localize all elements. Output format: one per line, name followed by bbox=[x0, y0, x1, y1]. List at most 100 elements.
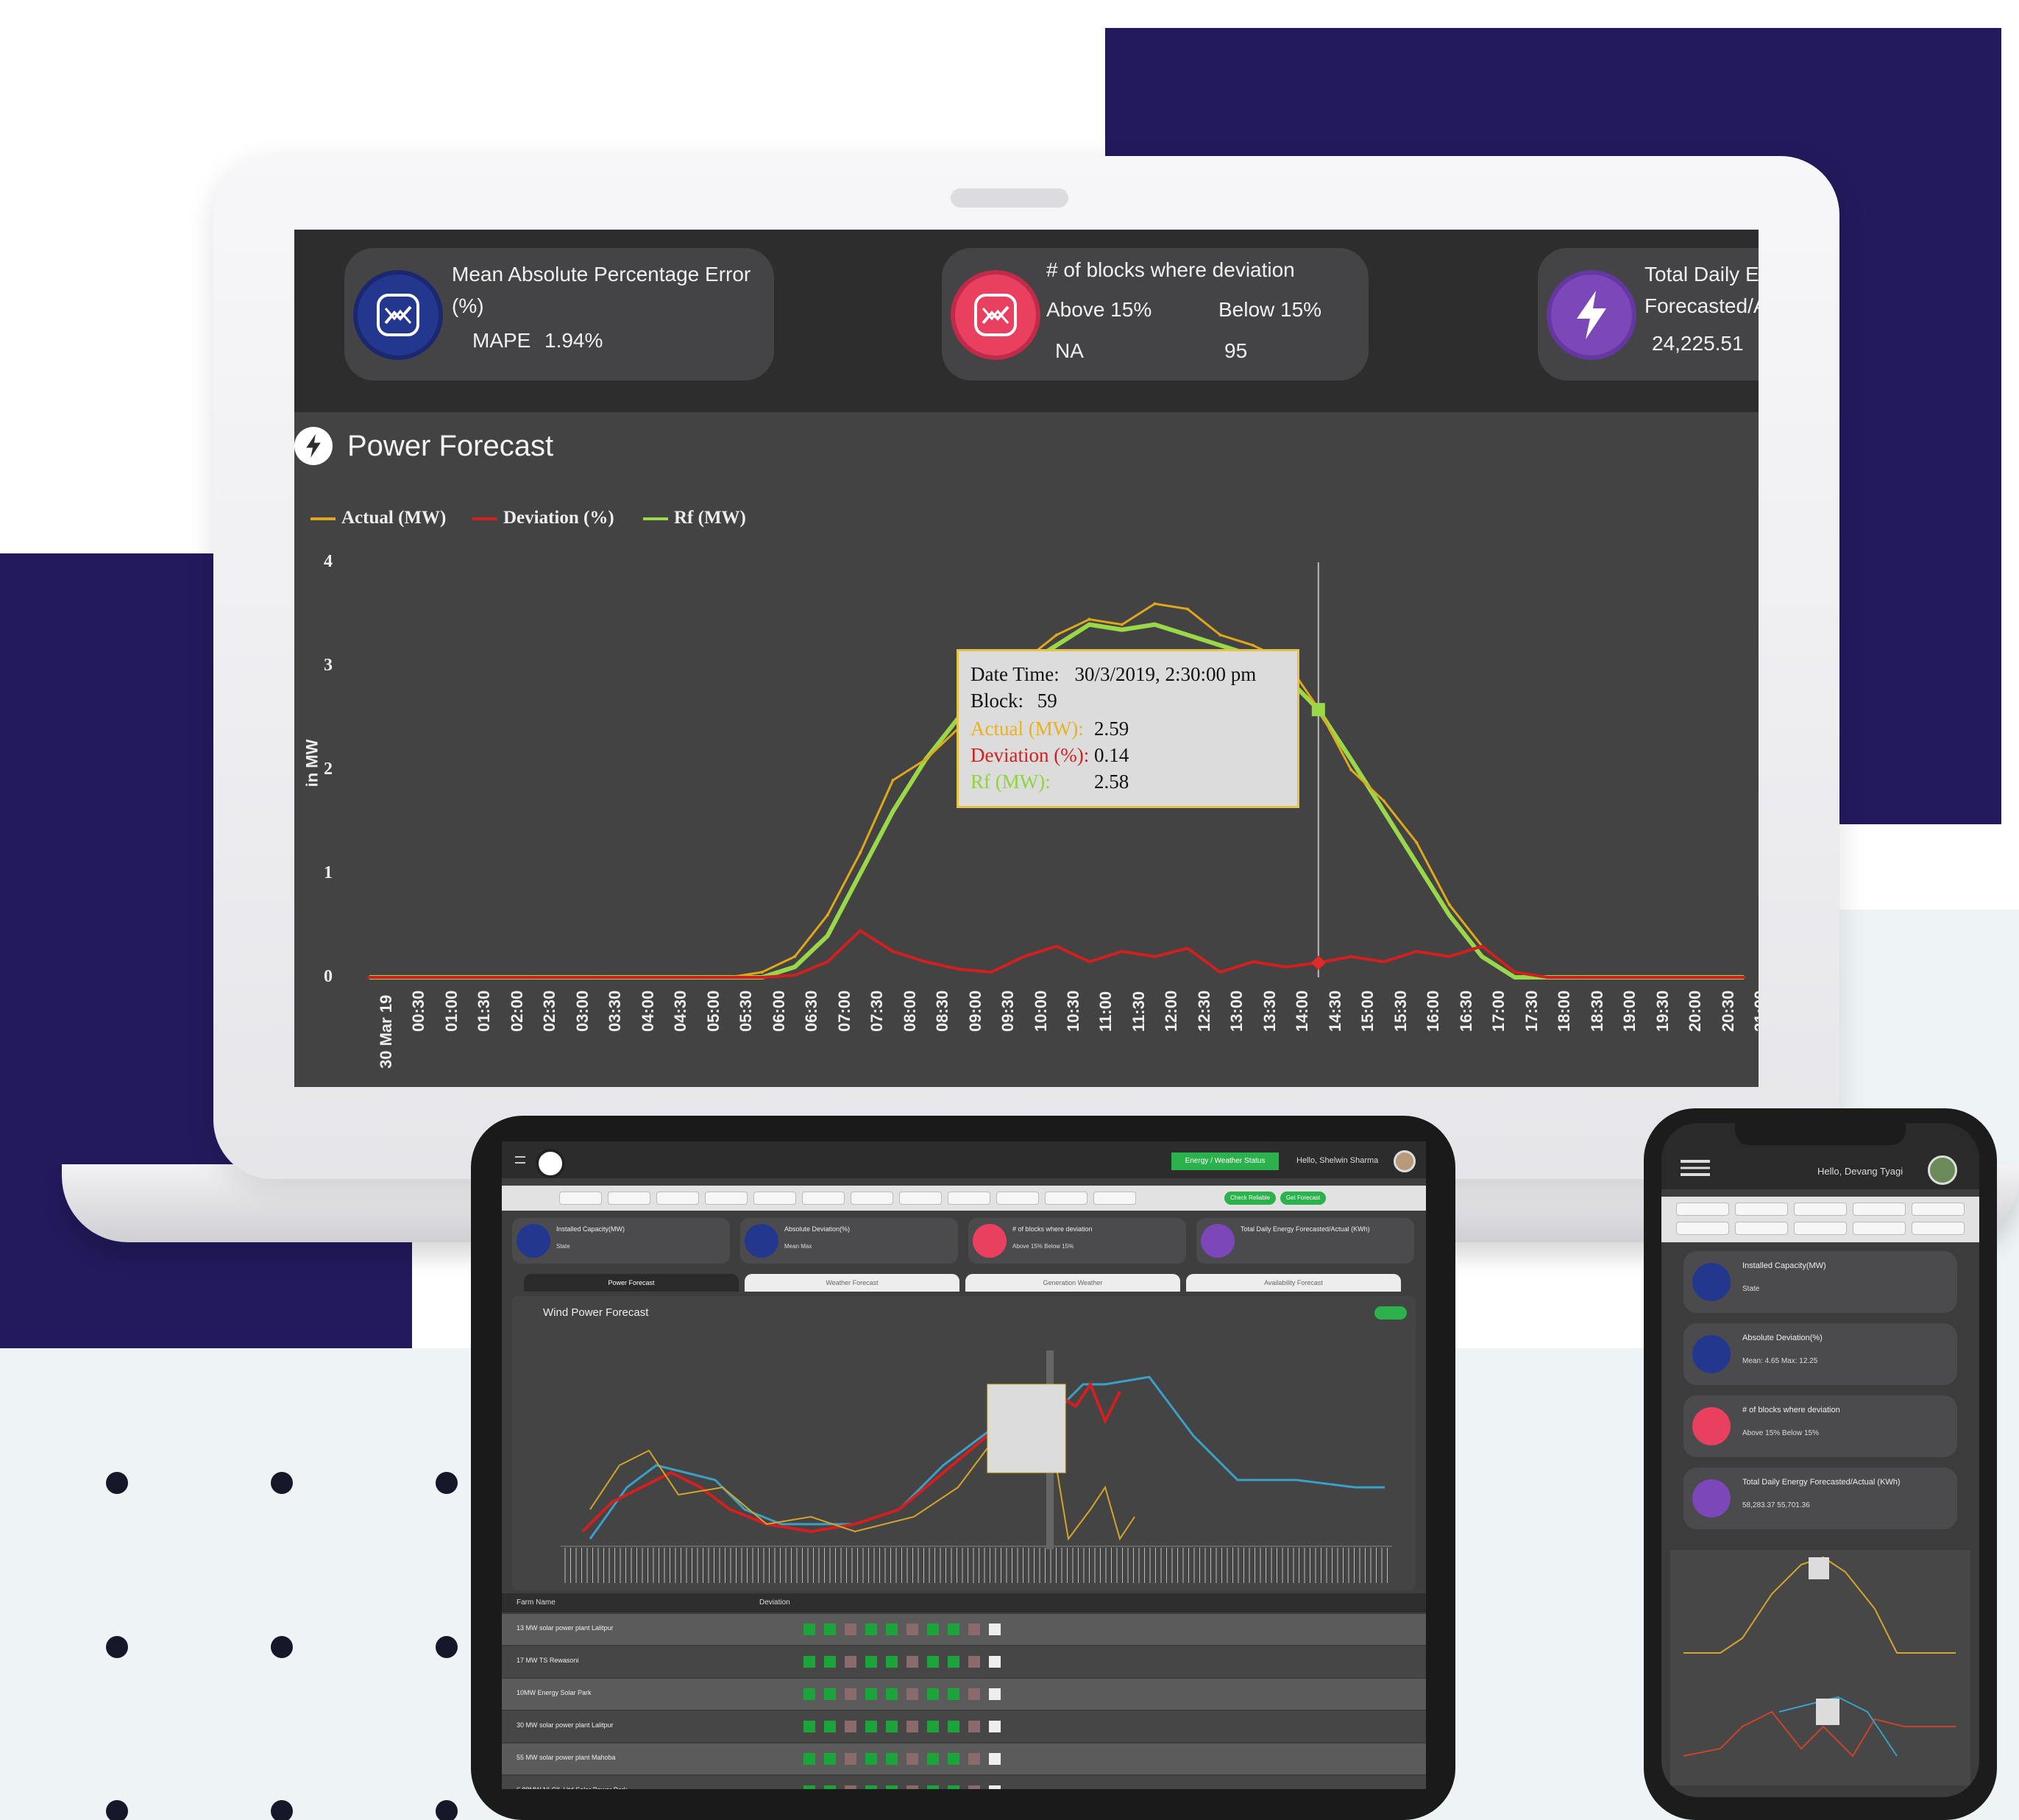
data-point bbox=[1055, 643, 1058, 647]
data-point bbox=[1218, 970, 1222, 974]
data-point bbox=[826, 960, 829, 963]
data-point bbox=[564, 976, 567, 979]
data-point bbox=[629, 976, 633, 979]
deviation-cell bbox=[927, 1753, 939, 1765]
tooltip-rf-row: Rf (MW): 2.58 bbox=[971, 771, 1191, 793]
hover-marker-deviation bbox=[1310, 955, 1326, 971]
data-point bbox=[1578, 976, 1582, 979]
data-point bbox=[826, 934, 829, 938]
data-point bbox=[1447, 903, 1451, 907]
data-point bbox=[1415, 949, 1419, 953]
data-point bbox=[1709, 976, 1713, 979]
data-point bbox=[891, 810, 895, 813]
deviation-cell bbox=[865, 1624, 877, 1635]
data-point bbox=[990, 970, 993, 974]
deviation-cell bbox=[989, 1785, 1001, 1789]
data-point bbox=[1546, 976, 1550, 979]
deviation-cell bbox=[989, 1656, 1001, 1668]
deviation-cell bbox=[906, 1785, 918, 1789]
deviation-cell bbox=[927, 1656, 939, 1668]
data-point bbox=[1185, 946, 1189, 950]
data-point bbox=[1382, 960, 1385, 963]
phone-charts[interactable] bbox=[1661, 1123, 1979, 1797]
deviation-cell bbox=[886, 1688, 898, 1700]
deviation-cell bbox=[906, 1624, 918, 1635]
marketing-scene: Mean Absolute Percentage Error (%) MAPE … bbox=[0, 0, 2019, 1820]
deviation-cell bbox=[968, 1785, 980, 1789]
deviation-cell bbox=[845, 1721, 856, 1732]
tooltip-block-row: Block: 59 bbox=[971, 690, 1057, 712]
farm-name: 10MW Energy Solar Park bbox=[517, 1689, 592, 1696]
tooltip-rf-label: Rf (MW): bbox=[971, 771, 1051, 793]
deviation-cells bbox=[803, 1656, 1010, 1671]
data-point bbox=[1153, 623, 1157, 626]
data-point bbox=[1349, 757, 1353, 761]
data-point bbox=[466, 976, 469, 979]
deviation-cell bbox=[886, 1656, 898, 1668]
decor-dot bbox=[436, 1472, 458, 1494]
data-point bbox=[924, 960, 928, 963]
deviation-cell bbox=[948, 1721, 959, 1732]
deviation-cell bbox=[968, 1688, 980, 1700]
data-point bbox=[859, 851, 862, 854]
decor-dot bbox=[436, 1800, 458, 1820]
data-point bbox=[1251, 960, 1255, 963]
deviation-cell bbox=[845, 1624, 856, 1635]
deviation-cell bbox=[803, 1721, 815, 1732]
tooltip-actual-label: Actual (MW): bbox=[971, 718, 1084, 740]
data-point bbox=[1415, 861, 1419, 865]
tablet-screen: Energy / Weather Status Hello, Shelwin S… bbox=[502, 1141, 1426, 1789]
phone-tooltip bbox=[1809, 1557, 1829, 1579]
deviation-cell bbox=[906, 1656, 918, 1668]
tooltip-rf-value: 2.58 bbox=[1094, 771, 1129, 793]
farm-name: 13 MW solar power plant Lalitpur bbox=[517, 1624, 614, 1632]
data-point bbox=[891, 779, 895, 782]
deviation-cell bbox=[948, 1753, 959, 1765]
data-point bbox=[433, 976, 436, 979]
decor-dot bbox=[436, 1636, 458, 1658]
deviation-cell bbox=[845, 1688, 856, 1700]
tooltip-actual-value: 2.59 bbox=[1094, 718, 1129, 740]
data-point bbox=[1087, 623, 1091, 626]
data-point bbox=[1153, 955, 1157, 958]
data-point bbox=[1742, 976, 1745, 979]
deviation-cell bbox=[824, 1721, 836, 1732]
deviation-cell bbox=[803, 1753, 815, 1765]
data-point bbox=[1055, 633, 1058, 637]
tooltip-deviation-row: Deviation (%): 0.14 bbox=[971, 744, 1191, 767]
data-point bbox=[1218, 643, 1222, 647]
deviation-cell bbox=[948, 1688, 959, 1700]
deviation-cell bbox=[886, 1753, 898, 1765]
deviation-cell bbox=[824, 1656, 836, 1668]
tooltip-deviation-label: Deviation (%): bbox=[971, 744, 1090, 766]
deviation-cell bbox=[989, 1753, 1001, 1765]
deviation-cell bbox=[989, 1624, 1001, 1635]
deviation-cell bbox=[865, 1721, 877, 1732]
data-point bbox=[1447, 955, 1451, 958]
data-point bbox=[1185, 607, 1189, 611]
deviation-cell bbox=[886, 1721, 898, 1732]
decor-dot bbox=[271, 1472, 293, 1494]
deviation-cell bbox=[906, 1721, 918, 1732]
tooltip-deviation-value: 0.14 bbox=[1094, 744, 1129, 766]
data-point bbox=[859, 872, 862, 875]
data-point bbox=[1447, 913, 1451, 917]
deviation-cell bbox=[803, 1656, 815, 1668]
deviation-cell bbox=[989, 1721, 1001, 1732]
data-point bbox=[531, 976, 535, 979]
deviation-cells bbox=[803, 1624, 1010, 1639]
data-point bbox=[760, 976, 764, 979]
data-point bbox=[859, 929, 862, 932]
table-header bbox=[502, 1593, 1426, 1612]
data-point bbox=[597, 976, 600, 979]
deviation-cells bbox=[803, 1753, 1010, 1768]
laptop-screen: Mean Absolute Percentage Error (%) MAPE … bbox=[294, 230, 1759, 1087]
data-point bbox=[368, 976, 371, 979]
deviation-cell bbox=[948, 1785, 959, 1789]
deviation-cell bbox=[906, 1753, 918, 1765]
deviation-cell bbox=[968, 1753, 980, 1765]
data-point bbox=[1349, 768, 1353, 771]
data-point bbox=[1284, 965, 1288, 969]
deviation-cell bbox=[865, 1656, 877, 1668]
deviation-cell bbox=[948, 1656, 959, 1668]
